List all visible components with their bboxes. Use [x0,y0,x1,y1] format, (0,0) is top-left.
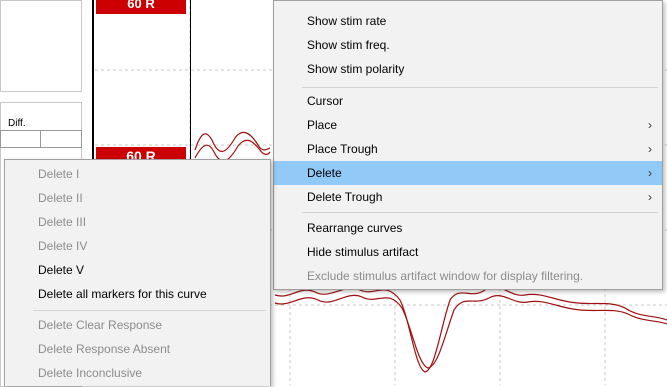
submenu-item-delete-iii[interactable]: Delete III [5,210,270,234]
menu-item-exclude-stimulus-artifact[interactable]: Exclude stimulus artifact window for dis… [274,264,662,288]
chevron-right-icon: › [648,166,652,180]
menu-separator [302,87,658,88]
submenu-item-delete-inconclusive[interactable]: Delete Inconclusive [5,361,270,385]
menu-item-label: Delete III [38,215,87,229]
menu-item-label: Delete I [38,167,80,181]
diff-field-2 [40,130,82,148]
menu-item-label: Show stim freq. [307,38,390,52]
submenu-item-delete-i[interactable]: Delete I [5,162,270,186]
menu-item-label: Delete all markers for this curve [38,287,207,301]
submenu-item-delete-all-markers[interactable]: Delete all markers for this curve [5,282,270,306]
chevron-right-icon: › [648,142,652,156]
menu-item-label: Delete IV [38,239,88,253]
menu-item-label: Cursor [307,94,344,108]
menu-item-label: Place Trough [307,142,378,156]
info-box-top [0,0,82,92]
menu-item-label: Delete Response Absent [38,342,171,356]
separator-line-right [190,0,191,165]
menu-item-label: Delete V [38,263,85,277]
menu-item-label: Delete II [38,191,83,205]
menu-item-label: Exclude stimulus artifact window for dis… [307,269,584,283]
menu-item-place-trough[interactable]: Place Trough › [274,137,662,161]
submenu-item-delete-ii[interactable]: Delete II [5,186,270,210]
chevron-right-icon: › [648,190,652,204]
menu-item-show-stim-freq[interactable]: Show stim freq. [274,33,662,57]
menu-item-label: Delete Clear Response [38,318,163,332]
menu-item-label: Show stim rate [307,14,387,28]
submenu-item-delete-response-absent[interactable]: Delete Response Absent [5,337,270,361]
delete-submenu: Delete I Delete II Delete III Delete IV … [4,159,271,386]
menu-separator [302,212,658,213]
diff-label: Diff. [8,118,26,129]
menu-item-hide-stimulus-artifact[interactable]: Hide stimulus artifact [274,240,662,264]
context-menu: Show stim rate Show stim freq. Show stim… [273,0,663,290]
submenu-item-delete-clear-response[interactable]: Delete Clear Response [5,313,270,337]
menu-item-label: Delete [307,166,342,180]
menu-item-label: Place [307,118,338,132]
menu-item-delete-trough[interactable]: Delete Trough › [274,185,662,209]
menu-separator [33,310,266,311]
menu-item-label: Show stim polarity [307,62,405,76]
menu-item-delete[interactable]: Delete › [274,161,662,185]
menu-item-place[interactable]: Place › [274,113,662,137]
submenu-item-delete-v[interactable]: Delete V [5,258,270,282]
submenu-item-delete-iv[interactable]: Delete IV [5,234,270,258]
menu-item-label: Hide stimulus artifact [307,245,419,259]
menu-item-cursor[interactable]: Cursor [274,89,662,113]
menu-item-label: Delete Inconclusive [38,366,143,380]
menu-item-label: Delete Trough [307,190,383,204]
curve-label-top[interactable]: 60 R [96,0,186,14]
menu-item-show-stim-rate[interactable]: Show stim rate [274,9,662,33]
menu-item-rearrange-curves[interactable]: Rearrange curves [274,216,662,240]
menu-item-label: Rearrange curves [307,221,403,235]
chevron-right-icon: › [648,118,652,132]
diff-field [0,130,42,148]
menu-item-show-stim-polarity[interactable]: Show stim polarity [274,57,662,81]
